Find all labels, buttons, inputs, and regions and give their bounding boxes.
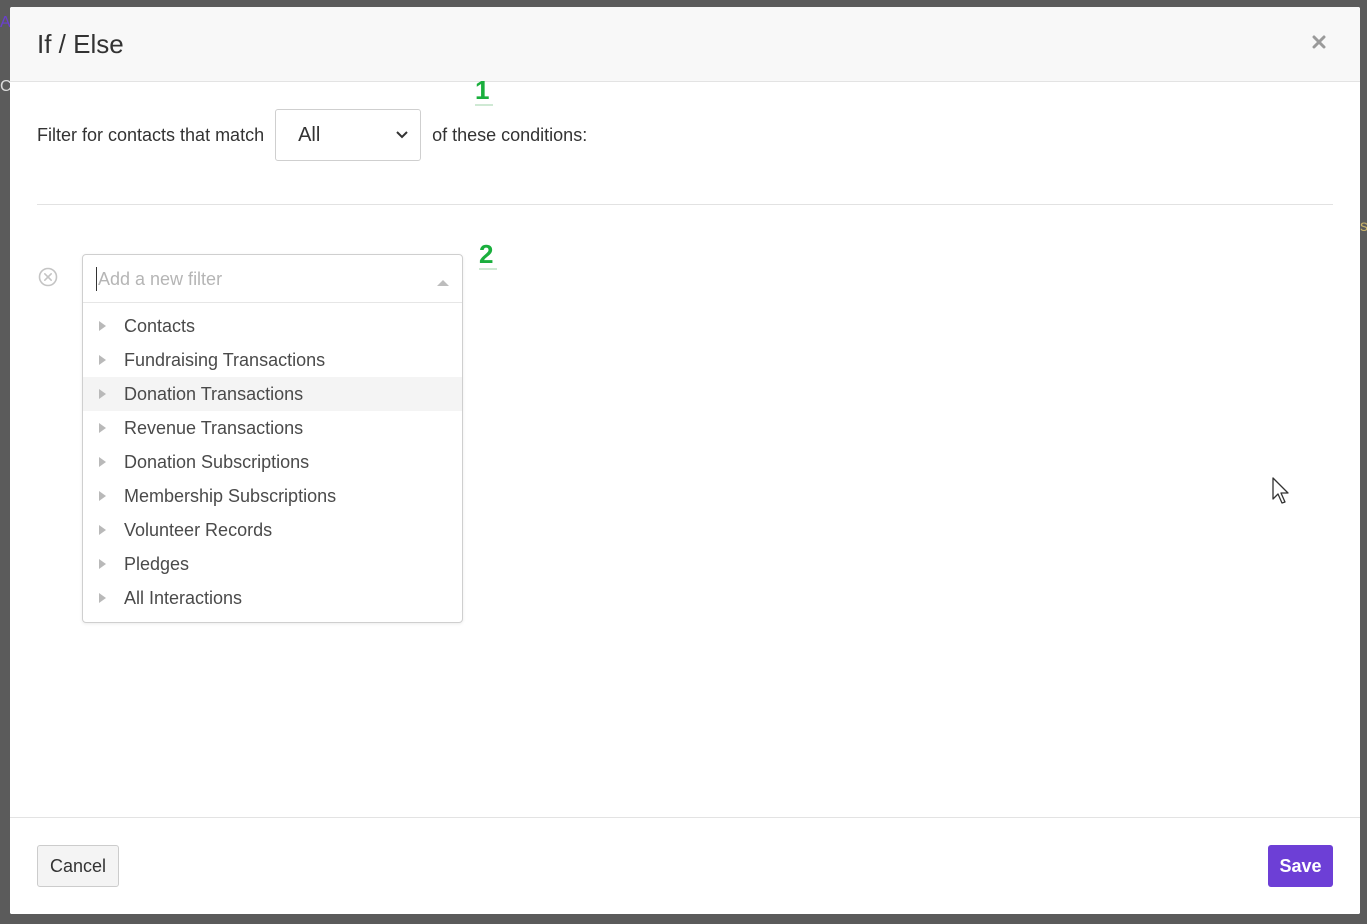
caret-right-icon [99,457,108,467]
filter-option[interactable]: Donation Transactions [83,377,462,411]
caret-up-icon[interactable] [437,273,449,291]
filter-option-list: Contacts Fundraising Transactions Donation… [83,303,462,615]
caret-right-icon [99,389,108,399]
caret-right-icon [99,423,108,433]
match-type-select[interactable]: All [275,109,422,161]
close-button[interactable] [1308,31,1330,53]
filter-option-label: Fundraising Transactions [124,349,326,370]
modal-footer: Cancel Save [10,817,1360,914]
filter-option-label: Contacts [124,315,196,336]
caret-right-icon [99,355,108,365]
cancel-button[interactable]: Cancel [37,845,119,887]
background-text-fragment: s [1360,218,1367,235]
remove-filter-button[interactable] [38,267,58,292]
chevron-down-icon [396,131,408,139]
match-prefix-text: Filter for contacts that match [37,124,265,145]
filter-option[interactable]: Revenue Transactions [83,411,462,445]
save-button[interactable]: Save [1268,845,1333,887]
filter-option[interactable]: Contacts [83,309,462,343]
filter-option[interactable]: All Interactions [83,581,462,615]
caret-right-icon [99,491,108,501]
match-type-value: All [298,123,321,146]
circle-x-icon [38,267,58,287]
close-icon [1312,35,1326,49]
filter-search-box [83,255,462,303]
filter-option-label: Donation Subscriptions [124,451,310,472]
filter-option[interactable]: Fundraising Transactions [83,343,462,377]
filter-option-label: Donation Transactions [124,383,304,404]
filter-option-label: Membership Subscriptions [124,485,337,506]
caret-right-icon [99,321,108,331]
if-else-modal: If / Else 1 Filter for contacts that mat… [10,7,1360,914]
match-condition-row: Filter for contacts that match All of th… [37,109,587,161]
step-marker-2: 2 [479,239,497,270]
caret-right-icon [99,593,108,603]
filter-option-label: Pledges [124,553,190,574]
filter-dropdown: Contacts Fundraising Transactions Donation… [82,254,463,623]
filter-option[interactable]: Volunteer Records [83,513,462,547]
filter-option[interactable]: Pledges [83,547,462,581]
filter-option-label: All Interactions [124,587,243,608]
modal-header: If / Else [10,7,1360,82]
caret-right-icon [99,559,108,569]
filter-option-label: Volunteer Records [124,519,273,540]
filter-option-label: Revenue Transactions [124,417,304,438]
match-suffix-text: of these conditions: [432,124,588,145]
filter-option[interactable]: Donation Subscriptions [83,445,462,479]
filter-search-input[interactable] [96,267,420,291]
modal-title: If / Else [37,29,124,59]
section-divider [37,204,1333,205]
filter-option[interactable]: Membership Subscriptions [83,479,462,513]
mouse-cursor-icon [1272,477,1292,510]
step-marker-1: 1 [475,75,493,106]
caret-right-icon [99,525,108,535]
